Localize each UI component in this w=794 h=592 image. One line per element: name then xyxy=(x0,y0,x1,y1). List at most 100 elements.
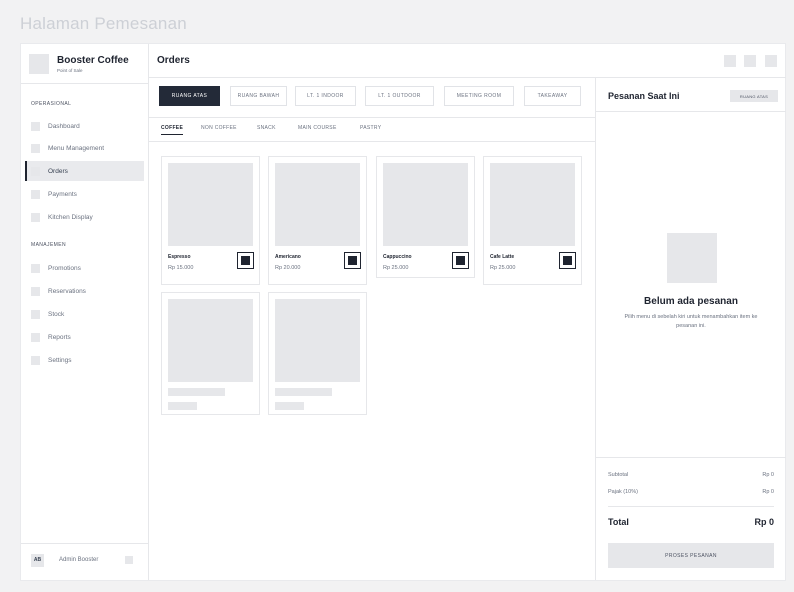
product-card-cappuccino[interactable]: Cappuccino Rp 25.000 xyxy=(376,156,475,278)
product-image xyxy=(490,163,575,246)
tab-ruang-atas[interactable]: RUANG ATAS xyxy=(159,86,220,106)
sidebar-item-payments[interactable]: Payments xyxy=(25,184,144,204)
skeleton-image xyxy=(275,299,360,382)
panel-header: Pesanan Saat Ini RUANG ATAS xyxy=(596,78,786,112)
empty-state-title: Belum ada pesanan xyxy=(644,296,738,307)
sidebar-item-label: Reports xyxy=(48,333,71,341)
product-name: Espresso xyxy=(168,254,191,260)
menu-icon xyxy=(31,143,40,153)
divider xyxy=(608,506,774,507)
brand-subtitle: Point of Sale xyxy=(57,68,83,73)
product-card-cafe-latte[interactable]: Cafe Latte Rp 25.000 xyxy=(483,156,582,285)
sidebar-item-label: Reservations xyxy=(48,287,86,295)
product-image xyxy=(383,163,468,246)
sidebar-item-kitchen-display[interactable]: Kitchen Display xyxy=(25,207,144,227)
sidebar-item-label: Dashboard xyxy=(48,122,80,130)
brand: Booster Coffee Point of Sale xyxy=(21,44,148,84)
tab-snack[interactable]: SNACK xyxy=(257,125,276,134)
room-tabs: RUANG ATAS RUANG BAWAH LT. 1 INDOOR LT. … xyxy=(149,78,595,118)
product-name: Cafe Latte xyxy=(490,254,515,260)
reservations-icon xyxy=(31,286,40,296)
skeleton-line xyxy=(275,388,332,396)
sidebar-item-dashboard[interactable]: Dashboard xyxy=(25,116,144,136)
sidebar-item-reports[interactable]: Reports xyxy=(25,327,144,347)
total-label: Total xyxy=(608,517,629,527)
skeleton-card xyxy=(161,292,260,415)
tab-main-course[interactable]: MAIN COURSE xyxy=(298,125,337,134)
sidebar-item-reservations[interactable]: Reservations xyxy=(25,281,144,301)
sidebar-item-label: Orders xyxy=(48,167,68,175)
sidebar-item-label: Settings xyxy=(48,356,72,364)
sidebar-item-label: Promotions xyxy=(48,264,81,272)
tab-meeting-room[interactable]: MEETING ROOM xyxy=(444,86,514,106)
tab-lt1-indoor[interactable]: LT. 1 INDOOR xyxy=(295,86,356,106)
brand-name: Booster Coffee xyxy=(57,55,129,66)
product-price: Rp 20.000 xyxy=(275,265,301,271)
add-to-order-button[interactable] xyxy=(559,252,576,269)
tab-coffee[interactable]: COFFEE xyxy=(161,125,184,135)
add-to-order-button[interactable] xyxy=(452,252,469,269)
stock-icon xyxy=(31,309,40,319)
tab-ruang-bawah[interactable]: RUANG BAWAH xyxy=(230,86,287,106)
product-name: Americano xyxy=(275,254,301,260)
skeleton-line xyxy=(275,402,304,410)
add-to-order-button[interactable] xyxy=(344,252,361,269)
orders-icon xyxy=(31,166,40,176)
section-operasional: OPERASIONAL xyxy=(31,101,72,107)
brand-logo-icon xyxy=(29,54,49,74)
total-value: Rp 0 xyxy=(754,517,774,527)
orders-main: RUANG ATAS RUANG BAWAH LT. 1 INDOOR LT. … xyxy=(149,78,595,580)
skeleton-line xyxy=(168,388,225,396)
empty-state-description: Pilih menu di sebelah kiri untuk menamba… xyxy=(624,314,758,329)
sidebar-item-orders[interactable]: Orders xyxy=(25,161,144,181)
reports-icon xyxy=(31,332,40,342)
category-tabs: COFFEE NON COFFEE SNACK MAIN COURSE PAST… xyxy=(149,118,595,142)
sidebar-item-settings[interactable]: Settings xyxy=(25,350,144,370)
tab-non-coffee[interactable]: NON COFFEE xyxy=(201,125,237,134)
skeleton-line xyxy=(168,402,197,410)
panel-title: Pesanan Saat Ini xyxy=(608,91,680,101)
sidebar-item-label: Kitchen Display xyxy=(48,213,93,221)
notification-icon[interactable] xyxy=(724,55,736,67)
user-name: Admin Booster xyxy=(59,557,99,563)
sidebar-item-menu-management[interactable]: Menu Management xyxy=(25,138,144,158)
page-title: Orders xyxy=(157,55,190,66)
promotions-icon xyxy=(31,263,40,273)
top-header: Orders xyxy=(149,44,786,78)
empty-order-illustration xyxy=(667,233,717,283)
skeleton-card xyxy=(268,292,367,415)
sidebar-item-label: Stock xyxy=(48,310,65,318)
product-name: Cappuccino xyxy=(383,254,412,260)
avatar: AB xyxy=(31,554,44,567)
sidebar-item-promotions[interactable]: Promotions xyxy=(25,258,144,278)
add-to-order-button[interactable] xyxy=(237,252,254,269)
user-profile: AB Admin Booster xyxy=(21,543,148,580)
tax-label: Pajak (10%) xyxy=(608,489,638,495)
product-price: Rp 25.000 xyxy=(490,265,516,271)
sidebar-item-stock[interactable]: Stock xyxy=(25,304,144,324)
skeleton-image xyxy=(168,299,253,382)
product-image xyxy=(168,163,253,246)
process-order-button[interactable]: PROSES PESANAN xyxy=(608,543,774,568)
tab-takeaway[interactable]: TAKEAWAY xyxy=(524,86,581,106)
tab-lt1-outdoor[interactable]: LT. 1 OUTDOOR xyxy=(365,86,434,106)
app-window: Booster Coffee Point of Sale OPERASIONAL… xyxy=(20,43,786,581)
dashboard-icon xyxy=(31,121,40,131)
help-icon[interactable] xyxy=(744,55,756,67)
subtotal-value: Rp 0 xyxy=(762,472,774,478)
product-price: Rp 25.000 xyxy=(383,265,409,271)
section-manajemen: MANAJEMEN xyxy=(31,242,66,248)
logout-icon[interactable] xyxy=(125,556,133,564)
profile-icon[interactable] xyxy=(765,55,777,67)
room-badge: RUANG ATAS xyxy=(730,90,778,102)
product-image xyxy=(275,163,360,246)
sidebar-item-label: Menu Management xyxy=(48,144,105,152)
tab-pastry[interactable]: PASTRY xyxy=(360,125,381,134)
product-card-americano[interactable]: Americano Rp 20.000 xyxy=(268,156,367,285)
sidebar: Booster Coffee Point of Sale OPERASIONAL… xyxy=(21,44,149,580)
page-heading: Halaman Pemesanan xyxy=(20,14,187,33)
subtotal-label: Subtotal xyxy=(608,472,629,478)
product-card-espresso[interactable]: Espresso Rp 15.000 xyxy=(161,156,260,285)
payments-icon xyxy=(31,189,40,199)
current-order-panel: Pesanan Saat Ini RUANG ATAS Belum ada pe… xyxy=(595,78,786,580)
